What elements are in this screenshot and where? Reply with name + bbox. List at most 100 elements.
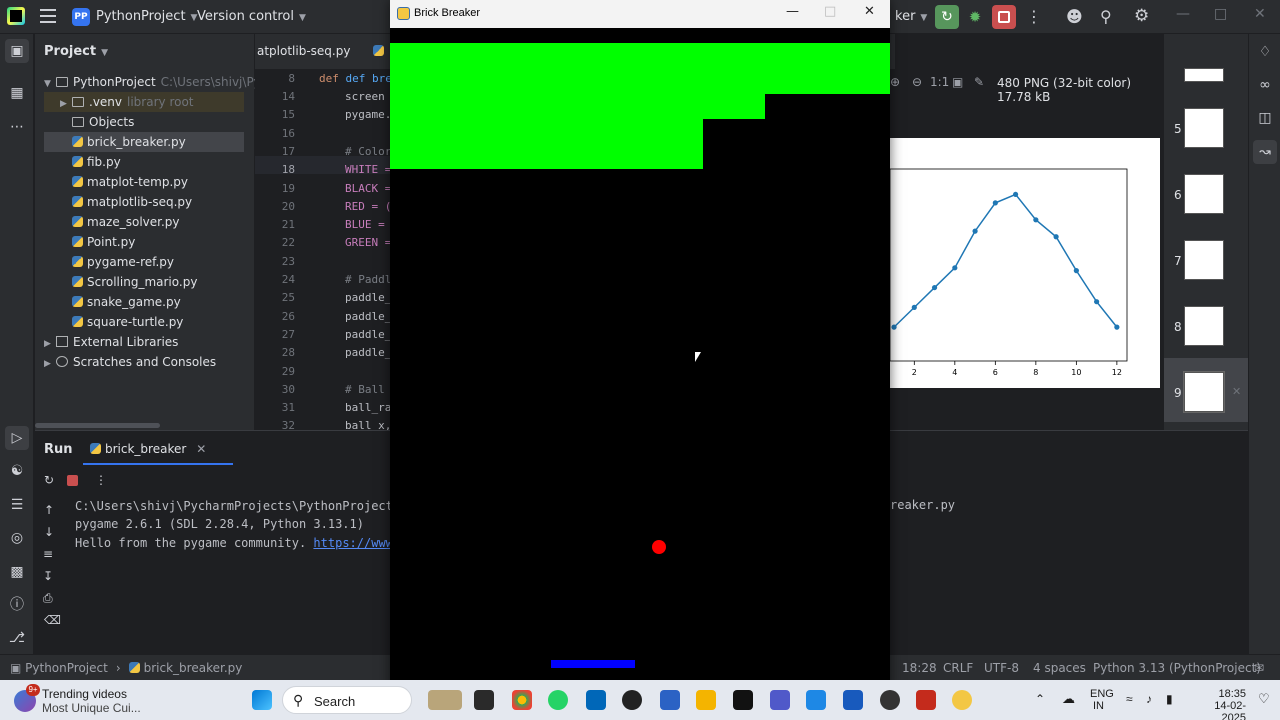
problems-icon[interactable]: ⓘ: [7, 595, 27, 615]
file-encoding[interactable]: UTF-8: [984, 661, 1019, 675]
project-panel-title[interactable]: Project ▼: [44, 44, 108, 59]
print-icon[interactable]: ⎙: [43, 591, 53, 606]
more-actions-icon[interactable]: ⋮: [95, 473, 107, 487]
chevron-up-icon[interactable]: ⌃: [1035, 692, 1045, 706]
close-icon[interactable]: ✕: [1232, 385, 1241, 398]
language-indicator[interactable]: ENG IN: [1090, 688, 1114, 712]
code-line[interactable]: RED = (: [345, 200, 391, 213]
calculator-icon[interactable]: [806, 690, 826, 710]
store-icon[interactable]: [586, 690, 606, 710]
cloud-icon[interactable]: ☁: [1062, 691, 1075, 707]
main-menu-icon[interactable]: [40, 9, 56, 23]
lock-icon[interactable]: ✉: [1254, 661, 1264, 675]
app-icon[interactable]: [660, 690, 680, 710]
start-icon[interactable]: [252, 690, 272, 710]
stop-button[interactable]: [992, 5, 1016, 29]
pycharm-taskbar-icon[interactable]: [733, 690, 753, 710]
code-line[interactable]: screen: [345, 90, 385, 103]
color-picker-icon[interactable]: ✎: [974, 75, 984, 89]
tree-item-scrolling-mario[interactable]: Scrolling_mario.py: [44, 272, 244, 292]
thumbnail-8[interactable]: [1184, 306, 1224, 346]
minimize-icon[interactable]: —: [786, 4, 799, 19]
code-line[interactable]: BLACK =: [345, 182, 391, 195]
actual-size-button[interactable]: 1:1: [930, 75, 949, 89]
paddle[interactable]: [551, 660, 635, 668]
tree-item-brick-breaker[interactable]: brick_breaker.py: [44, 132, 244, 152]
horizontal-scrollbar[interactable]: [35, 423, 160, 428]
ai-assistant-icon[interactable]: ∞: [1255, 75, 1275, 95]
tree-item-maze-solver[interactable]: maze_solver.py: [44, 212, 244, 232]
code-line[interactable]: GREEN =: [345, 236, 391, 249]
code-line[interactable]: pygame.: [345, 108, 391, 121]
debug-icon[interactable]: ✹: [966, 8, 984, 26]
code-line[interactable]: paddle_: [345, 310, 391, 323]
clock[interactable]: 18:35 14-02-2025: [1192, 688, 1246, 720]
chrome-icon[interactable]: [512, 690, 532, 710]
code-line[interactable]: ball_ra: [345, 401, 391, 414]
code-line[interactable]: # Ball: [345, 383, 385, 396]
run-config-selector[interactable]: ker ▼: [895, 9, 927, 24]
file-explorer-icon[interactable]: [696, 690, 716, 710]
code-line[interactable]: paddle_: [345, 291, 391, 304]
breadcrumb[interactable]: ▣ PythonProject › brick_breaker.py: [10, 661, 242, 675]
tree-item-matplotlib-seq[interactable]: matplotlib-seq.py: [44, 192, 244, 212]
code-line[interactable]: paddle_: [345, 328, 391, 341]
git-icon[interactable]: ⎇: [7, 628, 27, 648]
thumbnail-5[interactable]: [1184, 108, 1224, 148]
rerun-button[interactable]: ↻: [935, 5, 959, 29]
version-control-menu[interactable]: Version control ▼: [197, 9, 306, 24]
game-canvas[interactable]: [390, 28, 890, 692]
thumbnail-7[interactable]: [1184, 240, 1224, 280]
pygame-taskbar-icon[interactable]: [952, 690, 972, 710]
close-icon[interactable]: ✕: [864, 4, 875, 19]
teams-icon[interactable]: [770, 690, 790, 710]
scroll-down-icon[interactable]: ↓: [44, 525, 54, 539]
tree-item-objects[interactable]: Objects: [44, 112, 244, 132]
minimize-icon[interactable]: —: [1176, 6, 1190, 22]
close-icon[interactable]: ✕: [196, 442, 206, 456]
code-line[interactable]: WHITE =: [345, 163, 391, 176]
project-folder-icon[interactable]: ▣: [5, 39, 29, 63]
zoom-in-icon[interactable]: ⊕: [890, 75, 900, 89]
layers-icon[interactable]: ☰: [7, 495, 27, 515]
code-line[interactable]: # Paddl: [345, 273, 391, 286]
tab-python-file[interactable]: [373, 44, 388, 58]
wifi-icon[interactable]: ≈: [1126, 692, 1133, 706]
terminal-icon[interactable]: ▩: [7, 562, 27, 582]
stop-icon[interactable]: [67, 475, 78, 486]
thumbnail-4[interactable]: [1184, 68, 1224, 82]
notifications-icon[interactable]: ♢: [1255, 42, 1275, 62]
zoom-out-icon[interactable]: ⊖: [912, 75, 922, 89]
more-actions-icon[interactable]: ⋮: [1026, 7, 1042, 26]
notification-bell-icon[interactable]: ♡: [1258, 691, 1270, 707]
tree-item-square-turtle[interactable]: square-turtle.py: [44, 312, 244, 332]
project-switcher[interactable]: PythonProject ▼: [96, 9, 197, 24]
interpreter[interactable]: Python 3.13 (PythonProject): [1093, 661, 1261, 675]
tree-item-scratches[interactable]: ▶ Scratches and Consoles: [44, 352, 244, 372]
maximize-icon[interactable]: □: [1214, 6, 1227, 22]
fit-icon[interactable]: ▣: [952, 75, 963, 89]
task-view-icon[interactable]: [474, 690, 494, 710]
structure-icon[interactable]: ▦: [7, 83, 27, 103]
indent-setting[interactable]: 4 spaces: [1033, 661, 1086, 675]
gear-icon[interactable]: ⚙: [1134, 6, 1149, 26]
line-separator[interactable]: CRLF: [943, 661, 973, 675]
soft-wrap-icon[interactable]: ≡: [43, 547, 53, 561]
code-line[interactable]: paddle_: [345, 346, 391, 359]
database-icon[interactable]: ◫: [1255, 108, 1275, 128]
search-icon[interactable]: ⚲: [1100, 7, 1112, 26]
run-tool-icon[interactable]: ▷: [5, 426, 29, 450]
add-user-icon[interactable]: ☻: [1066, 7, 1083, 26]
tree-item-venv[interactable]: ▶ .venv library root: [44, 92, 244, 112]
cursor-position[interactable]: 18:28: [902, 661, 937, 675]
scroll-to-end-icon[interactable]: ↧: [43, 569, 53, 583]
tree-item-fib[interactable]: fib.py: [44, 152, 244, 172]
tree-item-matplot-temp[interactable]: matplot-temp.py: [44, 172, 244, 192]
taskbar-search[interactable]: ⚲ Search: [282, 686, 412, 714]
media-player-icon[interactable]: [880, 690, 900, 710]
sciview-icon[interactable]: ↝: [1253, 140, 1277, 164]
python-console-icon[interactable]: ☯: [7, 461, 27, 481]
thumbnail-6[interactable]: [1184, 174, 1224, 214]
close-icon[interactable]: ✕: [1254, 6, 1266, 22]
scroll-up-icon[interactable]: ↑: [44, 503, 54, 517]
